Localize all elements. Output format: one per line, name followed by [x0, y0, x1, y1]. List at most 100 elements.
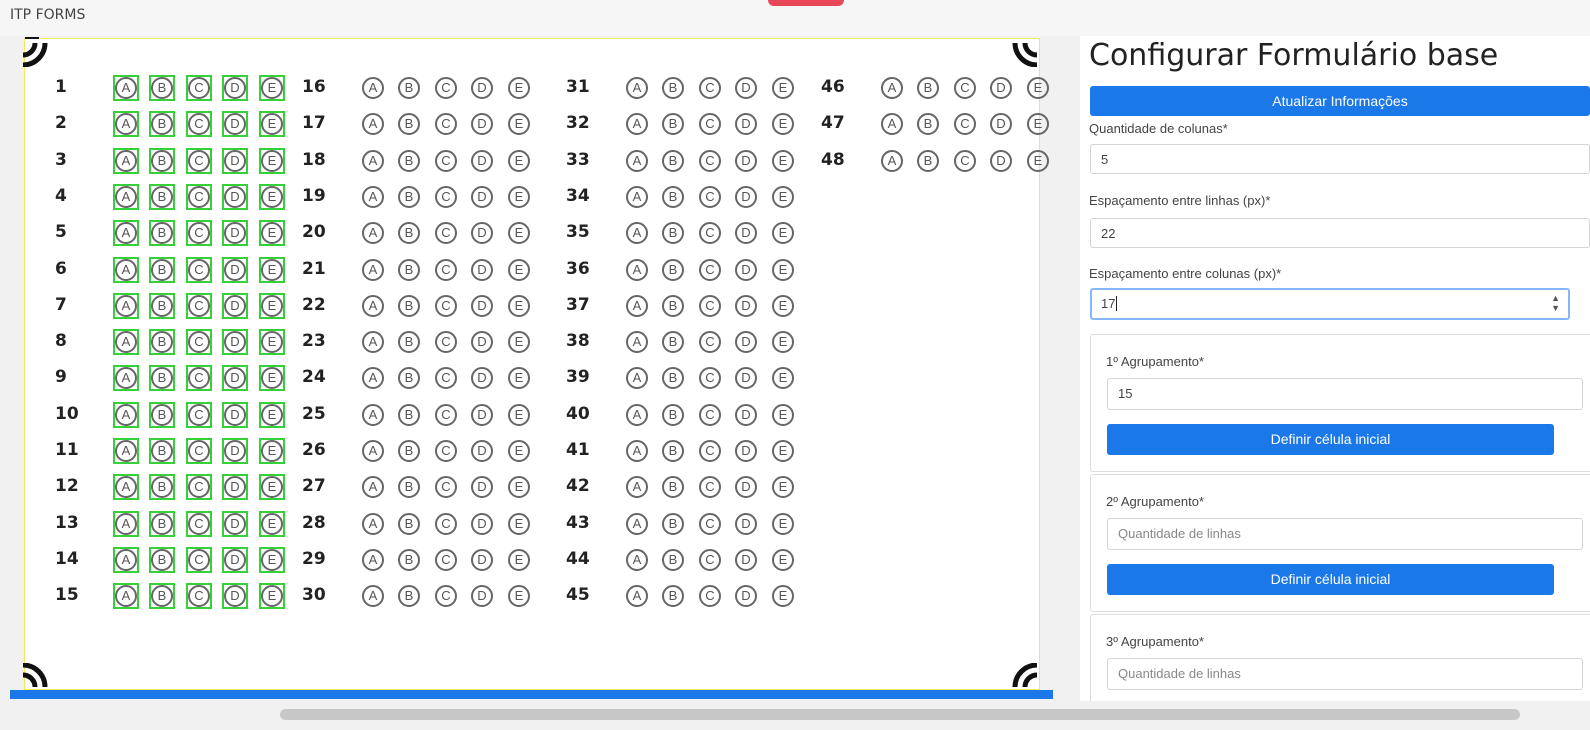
- answer-bubble: A: [881, 77, 903, 99]
- answer-bubble: C: [699, 149, 721, 172]
- question-number: 29: [302, 548, 326, 569]
- question-row: 8ABCDE: [55, 329, 295, 359]
- detected-cell-box: [186, 546, 212, 573]
- answer-sheet-image[interactable]: 1ABCDE2ABCDE3ABCDE4ABCDE5ABCDE6ABCDE7ABC…: [23, 37, 1049, 690]
- answer-bubble: E: [772, 367, 794, 390]
- detected-cell-box: [186, 256, 212, 283]
- answer-bubble: D: [735, 512, 757, 535]
- horizontal-scrollbar-thumb[interactable]: [280, 709, 1520, 720]
- answer-bubble: B: [398, 476, 420, 499]
- answer-bubble: B: [398, 440, 420, 462]
- question-number: 2: [55, 113, 67, 134]
- col-spacing-input[interactable]: 17 ▲ ▼: [1090, 288, 1570, 320]
- answer-bubble: E: [772, 585, 794, 608]
- detected-cell-box: [149, 546, 175, 573]
- question-number: 18: [302, 149, 326, 170]
- detected-cell-box: [149, 365, 175, 392]
- top-indicator-tab[interactable]: [768, 0, 844, 6]
- answer-bubble: B: [662, 222, 684, 245]
- detected-cell-box: [186, 220, 212, 247]
- detected-cell-box: [259, 474, 285, 501]
- question-row: 10 A B C D E: [55, 401, 295, 432]
- answer-bubble: E: [772, 149, 794, 172]
- answer-bubble: B: [662, 440, 684, 462]
- question-row: 46 A B C D E: [821, 75, 1061, 105]
- image-bottom-bar: [10, 690, 1053, 699]
- detected-cell-box: [149, 292, 175, 319]
- answer-bubble: D: [735, 585, 757, 608]
- answer-bubble: D: [471, 512, 493, 535]
- group-1-start-cell-button[interactable]: Definir célula inicial: [1107, 424, 1554, 455]
- answer-bubble: D: [990, 149, 1012, 172]
- question-row: 38 A B C D E: [566, 329, 806, 359]
- detected-cell-box: [222, 510, 248, 537]
- answer-bubble: B: [917, 113, 939, 136]
- corner-marker-top-left: [23, 37, 48, 67]
- answer-bubble: D: [471, 440, 493, 462]
- detected-cell-box: [259, 147, 285, 174]
- question-row: 20 A B C D E: [302, 220, 542, 250]
- col-spacing-value: 17: [1101, 296, 1116, 311]
- detected-cell-box: [113, 365, 139, 392]
- answer-bubble: B: [662, 294, 684, 317]
- answer-bubble: B: [662, 512, 684, 535]
- question-number: 24: [302, 367, 326, 388]
- question-number: 4: [55, 185, 67, 206]
- answer-bubble: C: [699, 185, 721, 208]
- detected-cell-box: [113, 546, 139, 573]
- answer-bubble: E: [772, 512, 794, 535]
- answer-bubble: D: [735, 367, 757, 390]
- question-number: 37: [566, 294, 590, 315]
- question-number: 35: [566, 222, 590, 243]
- answer-bubble: D: [471, 294, 493, 317]
- answer-bubble: E: [508, 512, 530, 535]
- answer-bubble: E: [508, 548, 530, 571]
- answer-bubble: E: [508, 185, 530, 208]
- number-spinner-icon[interactable]: ▲ ▼: [1551, 293, 1560, 313]
- question-row: 43 A B C D E: [566, 511, 806, 541]
- question-number: 17: [302, 113, 326, 134]
- columns-input[interactable]: 5: [1090, 144, 1590, 174]
- row-spacing-input[interactable]: 22: [1090, 218, 1590, 248]
- detected-cell-box: [259, 111, 285, 138]
- question-number: 36: [566, 258, 590, 279]
- answer-bubble: B: [398, 222, 420, 245]
- answer-bubble: A: [362, 512, 384, 535]
- detected-cell-box: [149, 220, 175, 247]
- answer-bubble: E: [772, 258, 794, 281]
- update-info-button[interactable]: Atualizar Informações: [1090, 86, 1590, 116]
- answer-bubble: C: [699, 367, 721, 390]
- group-2-start-cell-button[interactable]: Definir célula inicial: [1107, 564, 1554, 595]
- detected-cell-box: [113, 438, 139, 464]
- detected-cell-box: [149, 147, 175, 174]
- question-number: 12: [55, 476, 79, 497]
- answer-bubble: B: [398, 258, 420, 281]
- group-1-rows-input[interactable]: 15: [1107, 378, 1583, 410]
- detected-cell-box: [113, 583, 139, 610]
- detected-cell-box: [186, 510, 212, 537]
- answer-bubble: E: [1027, 113, 1049, 136]
- group-card-1: 1º Agrupamento* 15 Definir célula inicia…: [1090, 334, 1590, 472]
- question-row: 44 A B C D E: [566, 547, 806, 577]
- group-2-rows-input[interactable]: Quantidade de linhas: [1107, 518, 1583, 550]
- question-row: 30 A B C D E: [302, 583, 542, 613]
- detected-cell-box: [149, 111, 175, 138]
- answer-bubble: E: [508, 331, 530, 354]
- answer-bubble: E: [772, 185, 794, 208]
- answer-bubble: A: [881, 149, 903, 172]
- answer-bubble: B: [662, 77, 684, 99]
- question-row: 25 A B C D E: [302, 402, 542, 432]
- detected-cell-box: [113, 256, 139, 283]
- question-number: 5: [55, 222, 67, 243]
- app-title[interactable]: ITP FORMS: [10, 7, 85, 23]
- question-row: 11 A B C D E: [55, 438, 295, 468]
- answer-bubble: A: [362, 331, 384, 354]
- answer-bubble: B: [662, 149, 684, 172]
- answer-bubble: D: [735, 331, 757, 354]
- corner-marker-bottom-left: [23, 663, 48, 688]
- detected-cell-box: [222, 75, 248, 101]
- group-3-rows-input[interactable]: Quantidade de linhas: [1107, 658, 1583, 690]
- answer-bubble: D: [735, 548, 757, 571]
- answer-bubble: D: [735, 294, 757, 317]
- question-number: 41: [566, 440, 590, 460]
